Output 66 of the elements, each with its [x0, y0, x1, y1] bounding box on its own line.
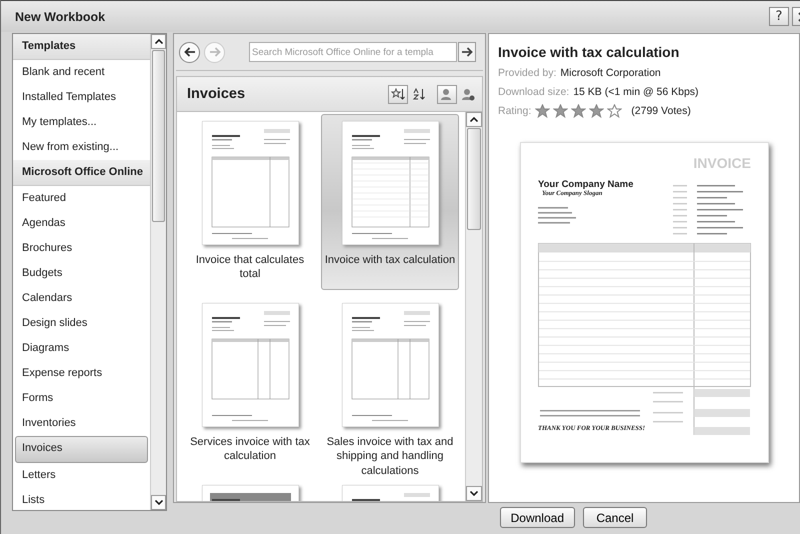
- arrow-right-icon: [461, 47, 473, 57]
- scrollbar-thumb[interactable]: [467, 128, 481, 230]
- sidebar-item[interactable]: Agendas: [13, 211, 150, 236]
- sidebar-item[interactable]: Featured: [13, 186, 150, 211]
- provider-text: Microsoft Corporation: [560, 66, 661, 78]
- sidebar-item[interactable]: Expense reports: [13, 361, 150, 386]
- scrollbar[interactable]: [465, 112, 482, 501]
- template-tile[interactable]: Sales invoice with tax and shipping and handling calculations: [321, 296, 459, 472]
- arrow-right-icon: [208, 47, 220, 57]
- sidebar-item[interactable]: Installed Templates: [13, 85, 150, 110]
- template-tile[interactable]: Invoice that calculates total: [181, 114, 319, 290]
- filled-star-icon: [571, 104, 586, 118]
- field-label: Rating:: [498, 104, 532, 116]
- filled-star-icon: [553, 104, 568, 118]
- star-sort-icon: [391, 88, 405, 100]
- votes-count: (2799 Votes): [631, 104, 691, 116]
- star-rating[interactable]: [535, 104, 622, 118]
- download-size-text: 15 KB (<1 min @ 56 Kbps): [573, 86, 699, 98]
- sidebar-item[interactable]: Lists: [13, 488, 150, 510]
- sidebar-item[interactable]: Blank and recent: [13, 60, 150, 85]
- person-icon: [461, 88, 475, 100]
- template-tile[interactable]: Invoice with tax calculation: [321, 114, 459, 290]
- person-icon: [440, 88, 454, 100]
- sort-by-rating-button[interactable]: [388, 84, 408, 104]
- sidebar-item[interactable]: Diagrams: [13, 336, 150, 361]
- sidebar-item[interactable]: Budgets: [13, 261, 150, 286]
- company-name: Your Company Name: [538, 179, 634, 190]
- search-field[interactable]: Search Microsoft Office Online for a templa: [249, 42, 457, 62]
- help-button[interactable]: ?: [769, 7, 789, 26]
- scroll-down-button[interactable]: [466, 486, 482, 501]
- field-label: Download size:: [498, 86, 570, 98]
- filled-star-icon: [535, 104, 550, 118]
- search-go-button[interactable]: [458, 42, 476, 62]
- sort-az-icon: [412, 88, 426, 100]
- gallery-title: Invoices: [187, 86, 246, 102]
- caret-down-icon: [470, 491, 478, 496]
- sidebar-item[interactable]: Invoices: [15, 436, 148, 463]
- sidebar-section-header: Microsoft Office Online: [13, 160, 150, 186]
- user-view-button[interactable]: [437, 84, 457, 104]
- window-title: New Workbook: [15, 10, 106, 24]
- cancel-button[interactable]: Cancel: [583, 507, 647, 528]
- sidebar-item[interactable]: Letters: [13, 463, 150, 488]
- template-tile[interactable]: Services invoice with tax calculation: [181, 296, 319, 472]
- sidebar-item[interactable]: My templates...: [13, 110, 150, 135]
- sidebar-item[interactable]: Inventories: [13, 411, 150, 436]
- arrow-left-icon: [184, 47, 196, 57]
- sidebar-item[interactable]: Design slides: [13, 311, 150, 336]
- caret-up-icon: [154, 39, 162, 44]
- sidebar-item[interactable]: Forms: [13, 386, 150, 411]
- sidebar-item[interactable]: New from existing...: [13, 135, 150, 160]
- filled-star-icon: [589, 104, 604, 118]
- sidebar-item[interactable]: Brochures: [13, 236, 150, 261]
- download-button[interactable]: Download: [500, 507, 575, 528]
- scrollbar[interactable]: [150, 34, 166, 510]
- template-title: Invoice with tax calculation: [498, 44, 680, 60]
- caret-down-icon: [154, 500, 162, 505]
- scroll-up-button[interactable]: [466, 112, 482, 127]
- scroll-down-button[interactable]: [151, 495, 166, 510]
- back-button[interactable]: [179, 42, 200, 62]
- scrollbar-thumb[interactable]: [152, 50, 165, 222]
- field-label: Provided by:: [498, 66, 556, 78]
- empty-star-icon: [607, 104, 622, 118]
- sidebar-item[interactable]: Calendars: [13, 286, 150, 311]
- sidebar-section-header: Templates: [13, 34, 150, 60]
- scroll-up-button[interactable]: [151, 34, 166, 49]
- caret-up-icon: [470, 117, 478, 122]
